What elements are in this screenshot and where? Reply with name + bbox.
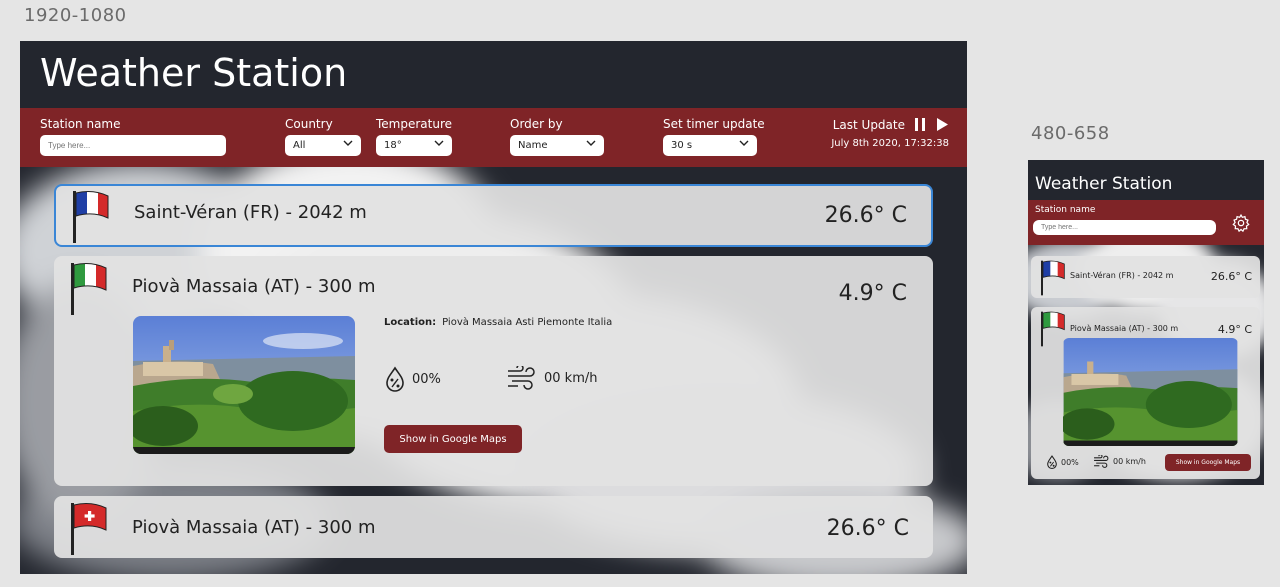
wind-icon: [508, 366, 535, 390]
flag-icon: [71, 503, 107, 555]
show-in-google-maps-button[interactable]: Show in Google Maps: [384, 425, 522, 453]
station-card[interactable]: Saint-Véran (FR) - 2042 m 26.6° C: [1031, 256, 1260, 298]
humidity-icon: [1047, 455, 1057, 469]
station-temperature: 26.6° C: [826, 516, 909, 541]
station-name-input[interactable]: [40, 135, 226, 156]
station-temperature: 4.9° C: [1217, 323, 1252, 336]
humidity-value: 00%: [1061, 457, 1079, 467]
wind-metric: 00 km/h: [1093, 455, 1146, 468]
flag-icon: [73, 191, 109, 243]
country-filter: Country All: [285, 117, 361, 156]
timer-value: 30 s: [671, 140, 693, 151]
gear-icon[interactable]: [1231, 213, 1251, 233]
timer-filter: Set timer update 30 s: [663, 117, 765, 156]
temperature-value: 18°: [384, 140, 402, 151]
station-location: Location: Piovà Massaia Asti Piemonte Ita…: [384, 317, 612, 328]
station-card[interactable]: Saint-Véran (FR) - 2042 m 26.6° C: [54, 184, 933, 247]
filter-bar: Station name Country All Temperature 18°…: [20, 108, 967, 167]
station-card-expanded[interactable]: Piovà Massaia (AT) - 300 m 4.9° C Locati…: [54, 256, 933, 486]
mobile-frame-label: 480-658: [1031, 123, 1110, 144]
wind-metric: 00 km/h: [506, 366, 598, 390]
timer-label: Set timer update: [663, 117, 765, 131]
station-card[interactable]: Piovà Massaia (AT) - 300 m 26.6° C: [54, 496, 933, 558]
location-value: Piovà Massaia Asti Piemonte Italia: [442, 317, 613, 328]
station-name-label: Station name: [1035, 205, 1096, 215]
desktop-frame-label: 1920-1080: [24, 5, 127, 26]
country-select[interactable]: All: [285, 135, 361, 156]
station-name-input[interactable]: [1033, 220, 1216, 235]
location-label: Location:: [384, 317, 437, 328]
humidity-metric: 00%: [1046, 455, 1079, 469]
play-icon[interactable]: [935, 117, 949, 132]
last-update-label: Last Update: [832, 117, 905, 132]
desktop-app: Weather Station Station name Country All…: [20, 41, 967, 574]
wind-value: 00 km/h: [544, 370, 598, 386]
chevron-down-icon: [586, 140, 596, 146]
station-name: Piovà Massaia (AT) - 300 m: [132, 276, 376, 297]
filter-bar: Station name: [1028, 200, 1264, 245]
timer-select[interactable]: 30 s: [663, 135, 757, 156]
show-in-google-maps-button[interactable]: Show in Google Maps: [1165, 454, 1251, 471]
chevron-down-icon: [739, 140, 749, 146]
order-by-label: Order by: [510, 117, 563, 131]
station-name-filter: Station name: [40, 117, 226, 156]
order-by-select[interactable]: Name: [510, 135, 604, 156]
station-name: Saint-Véran (FR) - 2042 m: [1070, 271, 1174, 280]
flag-icon: [1041, 260, 1065, 296]
chevron-down-icon: [343, 140, 353, 146]
station-name: Piovà Massaia (AT) - 300 m: [1070, 324, 1179, 333]
station-temperature: 26.6° C: [1210, 270, 1252, 283]
chevron-down-icon: [434, 140, 444, 146]
wind-value: 00 km/h: [1113, 457, 1146, 466]
app-title: Weather Station: [1035, 174, 1173, 194]
webcam-photo: [133, 316, 355, 454]
station-name-label: Station name: [40, 117, 121, 131]
station-name: Saint-Véran (FR) - 2042 m: [134, 202, 367, 223]
humidity-icon: [386, 366, 404, 392]
order-by-filter: Order by Name: [510, 117, 604, 156]
temperature-filter: Temperature 18°: [376, 117, 452, 156]
station-card-expanded[interactable]: Piovà Massaia (AT) - 300 m 4.9° C 00% 00…: [1031, 307, 1260, 479]
order-by-value: Name: [518, 140, 548, 151]
wind-icon: [1094, 455, 1109, 468]
humidity-value: 00%: [412, 371, 441, 387]
station-name: Piovà Massaia (AT) - 300 m: [132, 517, 376, 538]
humidity-metric: 00%: [384, 366, 441, 392]
app-title: Weather Station: [40, 51, 348, 95]
last-update: Last Update July 8th 2020, 17:32:38: [831, 117, 949, 150]
temperature-label: Temperature: [376, 117, 453, 131]
station-temperature: 4.9° C: [838, 281, 907, 306]
last-update-date: July 8th 2020, 17:32:38: [831, 138, 949, 149]
pause-icon[interactable]: [913, 117, 927, 132]
country-value: All: [293, 140, 306, 151]
country-label: Country: [285, 117, 333, 131]
flag-icon: [71, 263, 107, 315]
temperature-select[interactable]: 18°: [376, 135, 452, 156]
mobile-app: Weather Station Station name Saint-Véran…: [1028, 160, 1264, 485]
station-temperature: 26.6° C: [824, 203, 907, 228]
webcam-photo: [1063, 338, 1238, 446]
